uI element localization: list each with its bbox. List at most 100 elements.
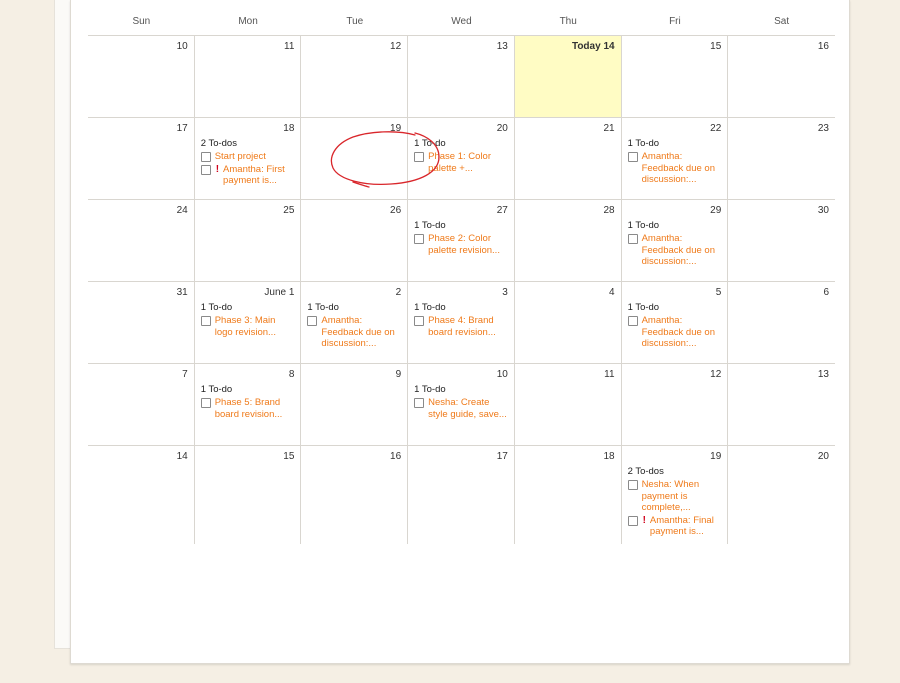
day-number: 10 [496,369,508,380]
day-cell[interactable]: 2 1 To-do Amantha: Feedback due on discuss… [301,282,409,363]
day-number: 16 [817,41,829,52]
day-cell[interactable]: 23 [728,118,835,199]
day-cell[interactable]: 17 [408,446,515,544]
day-cell[interactable]: 14 [88,446,195,544]
todo-link[interactable]: Amantha: Feedback due on discussion:... [642,151,722,186]
todo-checkbox[interactable] [627,480,638,490]
todo-count: 1 To-do [627,138,660,149]
day-number: 15 [283,451,295,462]
day-cell[interactable]: 3 1 To-do Phase 4: Brand board revision... [408,282,515,363]
day-cell[interactable]: 10 [88,36,195,117]
todo-count: 1 To-do [414,138,446,149]
todo-checkbox[interactable] [627,234,638,244]
todo-checkbox[interactable] [627,316,638,326]
todo-checkbox[interactable] [200,398,211,408]
exclamation-icon: ! [215,163,220,175]
todo-item: ! Amantha: Final payment is... [627,514,722,538]
day-number: 11 [284,41,295,52]
todo-checkbox[interactable] [414,152,425,162]
day-cell[interactable]: 17 [88,118,195,199]
day-cell[interactable]: 30 [728,200,835,281]
day-cell[interactable]: 11 [515,364,622,445]
day-number: 17 [176,123,188,134]
day-number: 7 [182,369,188,380]
day-cell[interactable]: 20 [728,446,835,544]
todo-item: Phase 4: Brand board revision... [414,315,508,338]
todo-item: Amantha: Feedback due on discussion:... [627,151,722,186]
day-number: 6 [823,287,829,298]
exclamation-icon: ! [642,514,646,526]
day-cell[interactable]: 13 [728,364,835,445]
day-cell[interactable]: 24 [88,200,195,281]
todo-checkbox[interactable] [414,398,425,408]
todo-checkbox[interactable] [627,515,638,526]
todo-link[interactable]: Phase 2: Color palette revision... [428,233,508,256]
day-number: 12 [390,41,402,52]
day-number: 8 [288,369,295,380]
day-cell[interactable]: 9 [301,364,409,445]
day-cell[interactable]: 15 [622,36,729,117]
day-number: June 1 [264,287,295,298]
day-cell[interactable]: June 1 1 To-do Phase 3: Main logo revision… [195,282,302,363]
day-cell[interactable]: 6 [728,282,835,363]
day-cell-today[interactable]: Today 14 [514,36,622,117]
day-cell[interactable]: 26 [301,200,409,281]
day-number: 13 [817,369,829,380]
todo-count: 1 To-do [627,302,660,313]
todo-checkbox[interactable] [414,234,425,244]
todo-checkbox[interactable] [414,316,425,326]
todo-count: 1 To-do [307,302,339,313]
day-cell[interactable]: 15 [195,446,302,544]
day-cell[interactable]: 10 1 To-do Nesha: Create style guide, save… [408,364,515,445]
day-number: 29 [710,205,722,216]
day-cell[interactable]: 31 [88,282,195,363]
todo-link[interactable]: Phase 4: Brand board revision... [428,315,508,338]
day-number: 4 [609,287,615,298]
todo-checkbox[interactable] [200,316,211,326]
day-cell[interactable]: 19 2 To-dos Nesha: When payment is complet… [622,446,729,544]
day-cell[interactable]: 20 1 To-do Phase 1: Color palette +... [408,118,515,199]
day-cell[interactable]: 21 [515,118,622,199]
day-cell[interactable]: 7 [88,364,195,445]
day-cell[interactable]: 16 [301,446,409,544]
day-cell[interactable]: 4 [515,282,622,363]
todo-link[interactable]: Nesha: When payment is complete,... [642,479,722,514]
day-cell[interactable]: 12 [301,36,409,117]
todo-link[interactable]: Start project [215,151,266,163]
todo-link[interactable]: Phase 3: Main logo revision... [215,315,295,338]
day-cell[interactable]: 29 1 To-do Amantha: Feedback due on discus… [622,200,729,281]
todo-link[interactable]: Amantha: Final payment is... [650,515,721,538]
todo-checkbox[interactable] [200,152,211,162]
todo-count: 1 To-do [414,220,446,231]
day-cell[interactable]: 8 1 To-do Phase 5: Brand board revision... [195,364,302,445]
day-number: 18 [283,123,295,134]
day-cell[interactable]: 5 1 To-do Amantha: Feedback due on discuss… [622,282,729,363]
todo-link[interactable]: Amantha: Feedback due on discussion:... [642,233,722,268]
day-cell[interactable]: 18 [515,446,622,544]
todo-link[interactable]: Amantha: Feedback due on discussion:... [642,315,722,350]
day-cell[interactable]: 16 [728,36,835,117]
day-cell[interactable]: 28 [515,200,622,281]
day-cell[interactable]: 19 [301,118,409,199]
day-cell[interactable]: 22 1 To-do Amantha: Feedback due on discus… [622,118,729,199]
day-number: 14 [176,451,188,462]
day-cell[interactable]: 12 [622,364,729,445]
calendar-panel: Sun Mon Tue Wed Thu Fri Sat 10 11 12 13 Toda… [70,0,850,664]
todo-link[interactable]: Phase 1: Color palette +... [428,151,508,174]
day-cell[interactable]: 18 2 To-dos Start project! Amantha: First p… [195,118,302,199]
day-cell[interactable]: 25 [195,200,302,281]
todo-checkbox[interactable] [307,316,318,326]
day-cell[interactable]: 13 [408,36,515,117]
week-row: 7 8 1 To-do Phase 5: Brand board revision..… [88,364,835,446]
todo-checkbox[interactable] [627,152,638,162]
todo-link[interactable]: Amantha: Feedback due on discussion:... [321,315,401,350]
todo-checkbox[interactable] [200,164,211,175]
todo-link[interactable]: Amantha: First payment is... [223,164,294,187]
day-number: 31 [176,287,188,298]
todo-count: 2 To-dos [627,466,664,477]
todo-link[interactable]: Phase 5: Brand board revision... [215,397,295,420]
day-cell[interactable]: 27 1 To-do Phase 2: Color palette revision… [408,200,515,281]
todo-link[interactable]: Nesha: Create style guide, save... [428,397,508,420]
day-cell[interactable]: 11 [195,36,302,117]
todo-item: Phase 1: Color palette +... [414,151,508,174]
